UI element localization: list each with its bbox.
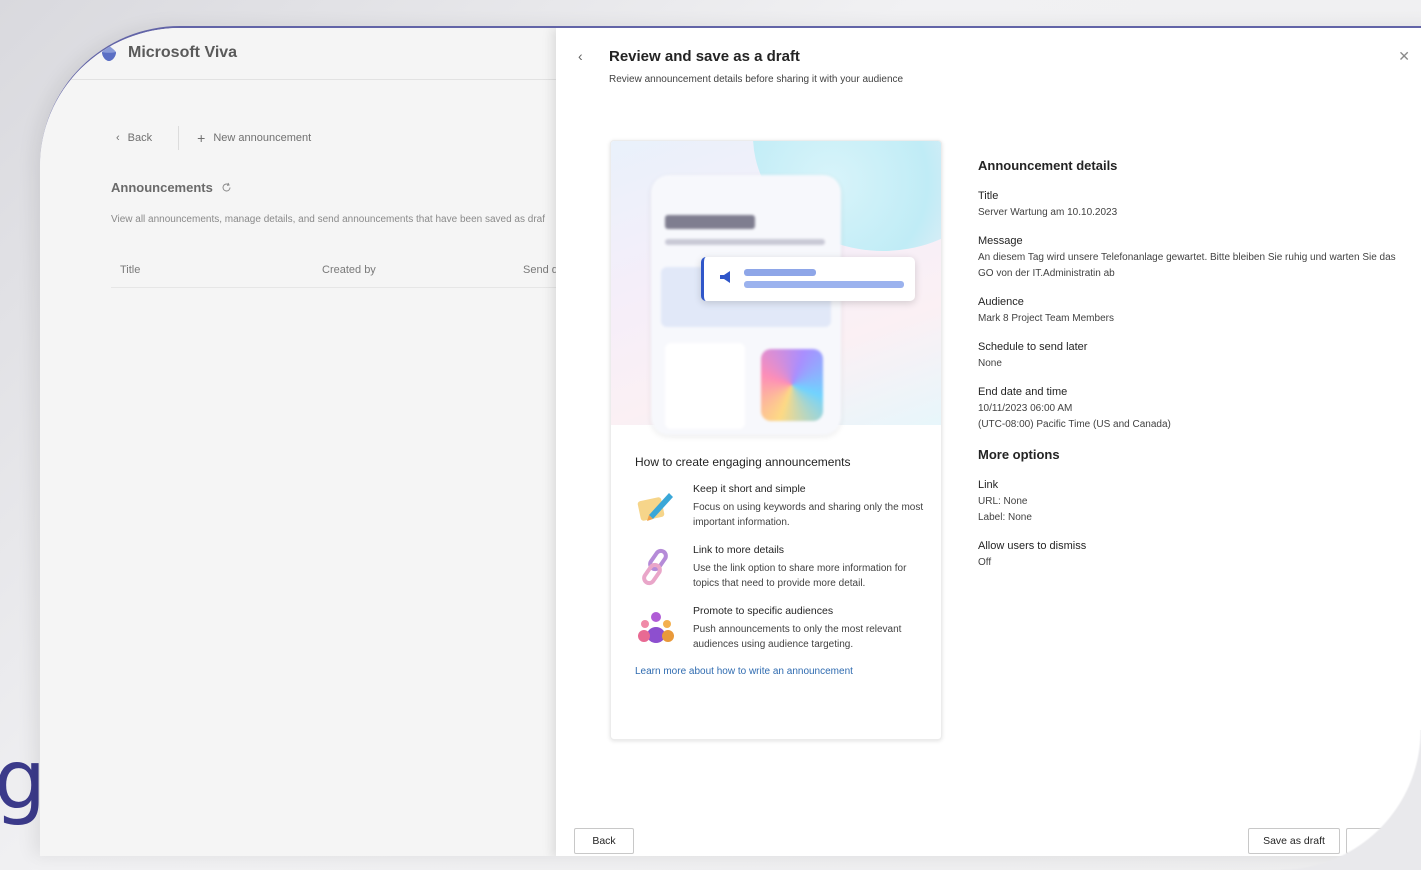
column-header-send-date[interactable]: Send d: [523, 264, 558, 276]
tips-hero-illustration: [611, 141, 941, 435]
tip-description: Focus on using keywords and sharing only…: [693, 502, 924, 528]
phone-tabs-bar: [665, 239, 825, 245]
popout-line-2: [744, 281, 904, 288]
tips-content: How to create engaging announcements Kee…: [635, 455, 925, 677]
phone-mockup: [651, 175, 841, 435]
page-title: Announcements: [111, 180, 232, 195]
tip-title: Keep it short and simple: [693, 483, 806, 495]
viva-app-window: Microsoft Viva ‹ Back + New announcement…: [40, 26, 1421, 856]
page-description: View all announcements, manage details, …: [111, 214, 545, 225]
tip-title: Link to more details: [693, 544, 785, 556]
detail-value: Label: None: [978, 512, 1032, 523]
more-options-heading: More options: [978, 447, 1060, 462]
announcements-page: Microsoft Viva ‹ Back + New announcement…: [40, 28, 560, 856]
close-icon[interactable]: ✕: [1398, 48, 1410, 65]
detail-label: Title: [978, 190, 999, 202]
detail-dismiss: Allow users to dismiss Off: [978, 540, 1398, 571]
detail-label: Link: [978, 479, 999, 491]
header-divider: [40, 79, 560, 80]
phone-header-bar: [665, 215, 755, 229]
detail-link: Link URL: None Label: None: [978, 479, 1398, 526]
detail-schedule: Schedule to send later None: [978, 341, 1398, 372]
detail-value: Mark 8 Project Team Members: [978, 313, 1114, 324]
back-button[interactable]: Back: [574, 828, 634, 854]
back-link-label: Back: [127, 132, 153, 144]
detail-message: Message An diesem Tag wird unsere Telefo…: [978, 235, 1398, 282]
detail-end-date: End date and time 10/11/2023 06:00 AM (U…: [978, 386, 1398, 433]
review-panel: ‹ Review and save as a draft Review anno…: [556, 28, 1421, 856]
detail-label: Schedule to send later: [978, 341, 1088, 353]
detail-value: An diesem Tag wird unsere Telefonanlage …: [978, 252, 1396, 279]
chevron-left-icon: ‹: [116, 132, 120, 144]
detail-value: Server Wartung am 10.10.2023: [978, 207, 1118, 218]
new-announcement-button[interactable]: + New announcement: [179, 130, 311, 146]
detail-title: Title Server Wartung am 10.10.2023: [978, 190, 1398, 221]
phone-card: [665, 343, 745, 429]
tips-card: How to create engaging announcements Kee…: [610, 140, 942, 740]
detail-label: End date and time: [978, 386, 1068, 398]
app-name: Microsoft Viva: [128, 44, 238, 61]
save-as-draft-button[interactable]: Save as draft: [1248, 828, 1340, 854]
tip-item: Link to more details Use the link option…: [635, 544, 925, 591]
tip-title: Promote to specific audiences: [693, 605, 834, 617]
viva-logo-icon: [102, 45, 116, 61]
detail-timezone: (UTC-08:00) Pacific Time (US and Canada): [978, 419, 1171, 430]
details-heading: Announcement details: [978, 158, 1118, 173]
back-link[interactable]: ‹ Back: [116, 126, 180, 150]
announcement-details: Announcement details Title Server Wartun…: [978, 158, 1398, 585]
next-button[interactable]: [1346, 828, 1406, 854]
app-brand: Microsoft Viva: [100, 44, 237, 62]
tip-text: Link to more details Use the link option…: [693, 544, 925, 591]
panel-subtitle: Review announcement details before shari…: [609, 74, 904, 85]
refresh-icon[interactable]: [221, 182, 232, 193]
megaphone-icon: [720, 271, 730, 283]
tip-description: Use the link option to share more inform…: [693, 563, 907, 589]
popout-line-1: [744, 269, 816, 276]
column-header-created-by[interactable]: Created by: [322, 264, 376, 276]
plus-icon: +: [197, 130, 206, 146]
detail-label: Message: [978, 235, 1023, 247]
detail-label: Allow users to dismiss: [978, 540, 1087, 552]
detail-audience: Audience Mark 8 Project Team Members: [978, 296, 1398, 327]
detail-value: URL: None: [978, 496, 1028, 507]
panel-back-chevron-icon[interactable]: ‹: [578, 48, 583, 64]
new-announcement-label: New announcement: [213, 132, 312, 144]
detail-value: Off: [978, 557, 992, 568]
pencil-note-icon: [637, 493, 673, 521]
phone-image: [761, 349, 823, 421]
page-toolbar: ‹ Back + New announcement: [116, 126, 311, 150]
tip-text: Keep it short and simple Focus on using …: [693, 483, 925, 530]
panel-title: Review and save as a draft: [609, 48, 800, 65]
tip-text: Promote to specific audiences Push annou…: [693, 605, 925, 652]
learn-more-link[interactable]: Learn more about how to write an announc…: [635, 666, 925, 677]
announcements-table-header: Title Created by Send d: [111, 258, 560, 288]
page-title-text: Announcements: [111, 180, 213, 195]
tips-heading: How to create engaging announcements: [635, 455, 851, 469]
detail-value: None: [978, 358, 1002, 369]
detail-value: 10/11/2023 06:00 AM: [978, 403, 1073, 414]
column-header-title[interactable]: Title: [120, 264, 140, 276]
announcement-popout-illustration: [701, 257, 915, 301]
tip-item: Promote to specific audiences Push annou…: [635, 605, 925, 652]
link-icon: [642, 548, 668, 586]
people-group-icon: [638, 612, 674, 643]
detail-label: Audience: [978, 296, 1024, 308]
tip-item: Keep it short and simple Focus on using …: [635, 483, 925, 530]
tip-description: Push announcements to only the most rele…: [693, 624, 902, 650]
